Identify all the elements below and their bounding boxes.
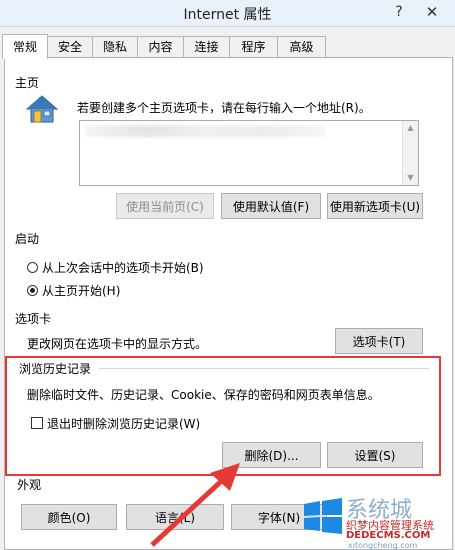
use-current-button[interactable]: 使用当前页(C): [116, 193, 214, 219]
use-default-button[interactable]: 使用默认值(F): [221, 193, 321, 219]
colors-button[interactable]: 颜色(O): [21, 504, 117, 530]
tab-programs[interactable]: 程序: [229, 36, 278, 58]
watermark-line2: DEDECMS.COM: [346, 530, 431, 541]
window-title: Internet 属性: [183, 7, 272, 23]
tab-content[interactable]: 内容: [137, 36, 184, 58]
close-button[interactable]: ✕: [415, 3, 449, 21]
use-new-tab-button[interactable]: 使用新选项卡(U): [327, 193, 423, 219]
title-bar: Internet 属性 ? ✕: [0, 0, 455, 27]
startup-section-label: 启动: [15, 232, 40, 246]
house-icon: [25, 94, 59, 124]
tabs-settings-button[interactable]: 选项卡(T): [335, 328, 423, 354]
homepage-instruction: 若要创建多个主页选项卡，请在每行输入一个地址(R)。: [77, 101, 371, 115]
tab-strip: 常规 安全 隐私 内容 连接 程序 高级: [0, 34, 455, 59]
appearance-section-label: 外观: [17, 478, 42, 492]
tab-advanced[interactable]: 高级: [277, 36, 326, 58]
red-arrow-icon: [150, 463, 240, 547]
watermark-line3: xitongcheng.com: [348, 541, 418, 550]
windows-logo-icon: [304, 498, 342, 534]
homepage-url-input[interactable]: ▲ ▼: [79, 120, 419, 186]
tabs-section-description: 更改网页在选项卡中的显示方式。: [27, 337, 208, 351]
tab-connections[interactable]: 连接: [183, 36, 230, 58]
startup-last-session-label: 从上次会话中的选项卡开始(B): [42, 261, 204, 275]
startup-homepage-radio[interactable]: [27, 285, 38, 296]
startup-homepage-label: 从主页开始(H): [42, 284, 121, 298]
startup-last-session-radio[interactable]: [27, 262, 38, 273]
blurred-url: [86, 125, 326, 137]
url-scrollbar[interactable]: ▲ ▼: [402, 121, 418, 185]
scroll-down-icon[interactable]: ▼: [403, 171, 418, 185]
tab-general[interactable]: 常规: [2, 34, 48, 59]
scroll-up-icon[interactable]: ▲: [403, 121, 418, 135]
homepage-section-label: 主页: [15, 76, 40, 90]
tab-privacy[interactable]: 隐私: [92, 36, 138, 58]
watermark: 系统城 织梦内容管理系统 DEDECMS.COM xitongcheng.com: [300, 490, 455, 550]
tab-security[interactable]: 安全: [47, 36, 93, 58]
tabs-section-label: 选项卡: [15, 312, 52, 326]
help-button[interactable]: ?: [390, 3, 408, 21]
